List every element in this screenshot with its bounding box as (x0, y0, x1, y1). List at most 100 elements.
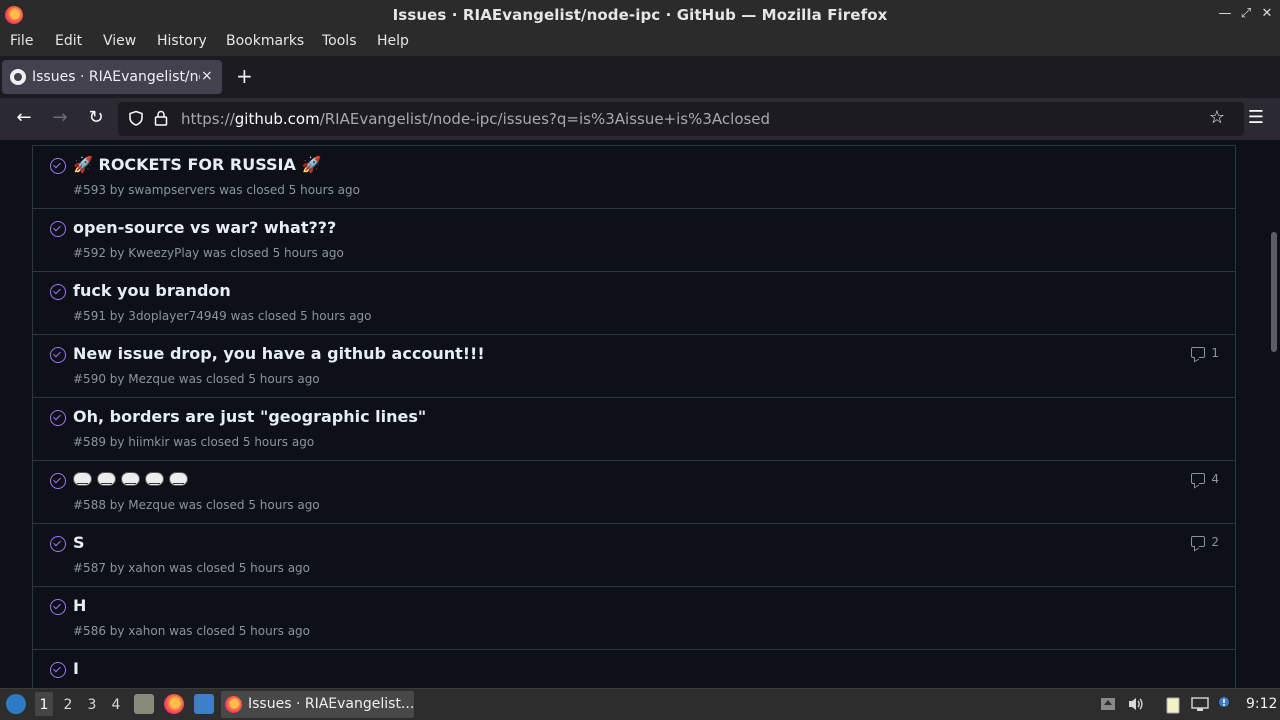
trollface-emoji-icon (121, 472, 140, 486)
issue-title-link[interactable]: fuck you brandon (73, 281, 231, 300)
issue-meta: #588 by Mezque was closed 5 hours ago (73, 498, 320, 512)
desktop-icon[interactable] (194, 694, 214, 714)
tab-label: Issues · RIAEvangelist/node-ipc · GitHub (32, 69, 200, 85)
trollface-emoji-icon (73, 472, 92, 486)
comment-count-link[interactable]: 4 (1191, 472, 1219, 486)
window-titlebar: Issues · RIAEvangelist/node-ipc · GitHub… (0, 0, 1280, 30)
close-icon[interactable]: ✕ (1260, 6, 1274, 21)
volume-icon[interactable] (1127, 696, 1145, 716)
menu-bookmarks[interactable]: Bookmarks (226, 33, 304, 49)
file-manager-icon[interactable] (134, 694, 154, 714)
comment-count-link[interactable]: 2 (1191, 535, 1219, 549)
tab-issues[interactable]: Issues · RIAEvangelist/node-ipc · GitHub… (2, 60, 222, 94)
comment-count: 1 (1211, 346, 1219, 360)
trollface-emoji-icon (97, 472, 116, 486)
issue-title-link[interactable]: H (73, 596, 86, 615)
page-content: 🚀 ROCKETS FOR RUSSIA 🚀 #593 by swampserv… (0, 140, 1280, 688)
menu-edit[interactable]: Edit (55, 33, 82, 49)
issue-row: fuck you brandon #591 by 3doplayer74949 … (33, 272, 1235, 335)
tab-strip: Issues · RIAEvangelist/node-ipc · GitHub… (0, 56, 1280, 98)
back-button[interactable]: ← (13, 108, 35, 128)
minimize-icon[interactable]: — (1218, 6, 1232, 21)
update-tray-icon[interactable] (1100, 696, 1116, 716)
workspace-4[interactable]: 4 (107, 697, 125, 713)
issue-closed-icon (50, 536, 66, 552)
issue-closed-icon (50, 662, 66, 678)
issue-meta: #590 by Mezque was closed 5 hours ago (73, 372, 320, 386)
comment-icon (1191, 347, 1206, 358)
menu-view[interactable]: View (103, 33, 136, 49)
issue-meta: #591 by 3doplayer74949 was closed 5 hour… (73, 309, 372, 323)
page-scrollbar[interactable] (1268, 140, 1280, 688)
issue-row: S #587 by xahon was closed 5 hours ago 2 (33, 524, 1235, 587)
issue-row: Oh, borders are just "geographic lines" … (33, 398, 1235, 461)
taskbar-window-label: Issues · RIAEvangelist... (248, 696, 415, 712)
forward-button[interactable]: → (49, 108, 71, 128)
issue-row: 🚀 ROCKETS FOR RUSSIA 🚀 #593 by swampserv… (33, 146, 1235, 209)
menu-tools[interactable]: Tools (322, 33, 357, 49)
trollface-emoji-icon (169, 472, 188, 486)
issue-title-link[interactable]: New issue drop, you have a github accoun… (73, 344, 485, 363)
menu-bar: File Edit View History Bookmarks Tools H… (0, 30, 1280, 56)
workspace-1[interactable]: 1 (35, 692, 53, 716)
issue-closed-icon (50, 473, 66, 489)
issue-title-link[interactable]: I (73, 659, 79, 678)
issue-row: H #586 by xahon was closed 5 hours ago (33, 587, 1235, 650)
url-bar[interactable]: https://github.com/RIAEvangelist/node-ip… (118, 102, 1244, 136)
issue-closed-icon (50, 284, 66, 300)
start-menu-icon[interactable] (6, 694, 26, 714)
issue-meta: #587 by xahon was closed 5 hours ago (73, 561, 311, 575)
comment-count: 2 (1211, 535, 1219, 549)
taskbar: 1 2 3 4 Issues · RIAEvangelist... 9:12 (0, 688, 1280, 720)
taskbar-firefox-window[interactable]: Issues · RIAEvangelist... (221, 691, 414, 718)
issue-title-link[interactable] (73, 470, 193, 489)
lock-icon[interactable] (154, 110, 168, 130)
issue-closed-icon (50, 158, 66, 174)
issue-row: I (33, 650, 1235, 688)
comment-icon (1191, 536, 1206, 547)
navigation-bar: ← → ↻ https://github.com/RIAEvangelist/n… (0, 98, 1280, 140)
issue-closed-icon (50, 599, 66, 615)
issue-meta: #589 by hiimkir was closed 5 hours ago (73, 435, 315, 449)
bookmark-star-icon[interactable]: ☆ (1206, 108, 1228, 128)
issue-row: open-source vs war? what??? #592 by Kwee… (33, 209, 1235, 272)
url-path: /RIAEvangelist/node-ipc/issues?q=is%3Ais… (319, 110, 771, 128)
clipboard-icon[interactable] (1164, 696, 1182, 718)
notification-icon[interactable] (1218, 696, 1230, 714)
issue-closed-icon (50, 221, 66, 237)
firefox-task-icon (225, 696, 242, 713)
workspace-2[interactable]: 2 (59, 697, 77, 713)
comment-icon (1191, 473, 1206, 484)
reload-button[interactable]: ↻ (85, 108, 107, 128)
new-tab-button[interactable]: + (236, 64, 253, 88)
url-text[interactable]: https://github.com/RIAEvangelist/node-ip… (181, 110, 770, 128)
issue-list: 🚀 ROCKETS FOR RUSSIA 🚀 #593 by swampserv… (32, 145, 1236, 688)
trollface-emoji-icon (145, 472, 164, 486)
issue-title-link[interactable]: 🚀 ROCKETS FOR RUSSIA 🚀 (73, 155, 321, 174)
issue-meta: #593 by swampservers was closed 5 hours … (73, 183, 360, 197)
issue-meta: #592 by KweezyPlay was closed 5 hours ag… (73, 246, 344, 260)
menu-file[interactable]: File (10, 33, 33, 49)
scrollbar-thumb[interactable] (1271, 232, 1277, 352)
clock: 9:12 (1246, 696, 1278, 712)
issue-title-link[interactable]: Oh, borders are just "geographic lines" (73, 407, 426, 426)
menu-history[interactable]: History (157, 33, 207, 49)
issue-row: #588 by Mezque was closed 5 hours ago 4 (33, 461, 1235, 524)
comment-count-link[interactable]: 1 (1191, 346, 1219, 360)
url-host: github.com (234, 110, 320, 128)
issue-title-link[interactable]: S (73, 533, 85, 552)
app-menu-icon[interactable]: ☰ (1245, 108, 1267, 128)
github-favicon-icon (10, 69, 26, 85)
network-icon[interactable] (1191, 696, 1209, 716)
menu-help[interactable]: Help (377, 33, 409, 49)
firefox-launcher-icon[interactable] (164, 694, 184, 714)
tab-close-icon[interactable]: × (201, 68, 213, 84)
issue-meta: #586 by xahon was closed 5 hours ago (73, 624, 311, 638)
window-title: Issues · RIAEvangelist/node-ipc · GitHub… (392, 6, 888, 24)
workspace-3[interactable]: 3 (83, 697, 101, 713)
issue-closed-icon (50, 347, 66, 363)
issue-closed-icon (50, 410, 66, 426)
tracking-shield-icon[interactable] (128, 110, 144, 130)
maximize-icon[interactable]: ⤢ (1239, 6, 1253, 21)
issue-title-link[interactable]: open-source vs war? what??? (73, 218, 336, 237)
